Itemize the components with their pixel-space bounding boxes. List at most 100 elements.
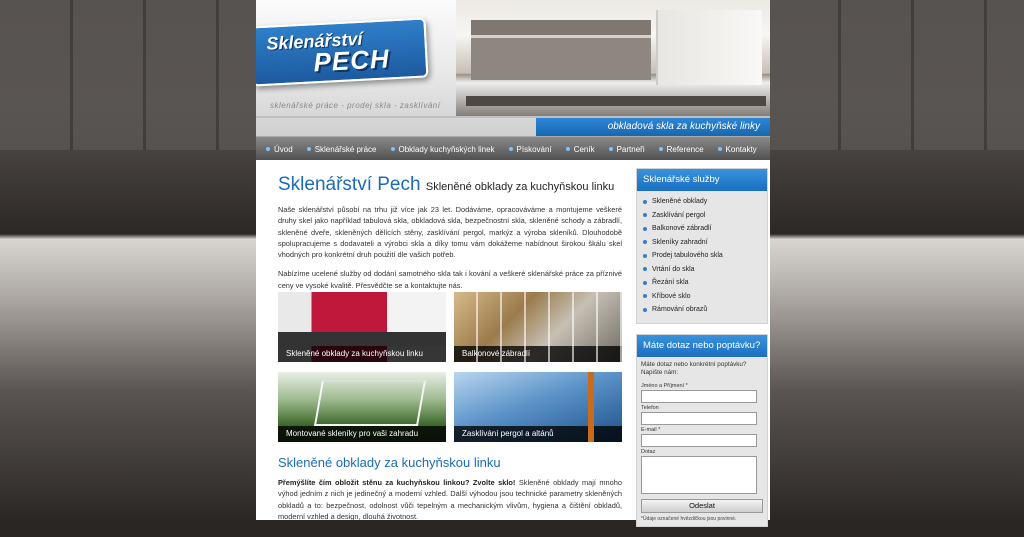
question-label: Dotaz — [641, 448, 656, 455]
bullet-icon — [643, 240, 647, 245]
name-label: Jméno a Příjmení * — [641, 382, 688, 389]
question-textarea[interactable] — [641, 455, 757, 494]
inquiry-box: Máte dotaz nebo poptávku? Máte dotaz neb… — [636, 333, 768, 527]
bullet-icon — [643, 307, 647, 312]
site-header: Sklenářství PECH sklenářské práce - prod… — [256, 0, 770, 136]
nav-item-label: Obklady kuchyňských linek — [398, 144, 495, 154]
service-link[interactable]: Skleníky zahradní — [637, 236, 767, 250]
thumb-balcony-railing[interactable]: Balkonové zábradlí — [454, 292, 622, 362]
header-countertop — [466, 96, 766, 106]
site-container: Sklenářství PECH sklenářské práce - prod… — [256, 0, 770, 527]
nav-item-label: Reference — [666, 144, 704, 154]
sidebar: Sklenářské služby Skleněné obklady Zaskl… — [636, 168, 768, 537]
phone-label: Telefon — [641, 404, 659, 411]
thumb-pergola-glazing[interactable]: Zasklívání pergol a altánů — [454, 372, 622, 442]
service-link[interactable]: Vrtání do skla — [637, 263, 767, 277]
service-link[interactable]: Balkonové zábradlí — [637, 222, 767, 236]
services-paragraph: Nabízíme ucelené služby od dodání samotn… — [278, 269, 622, 290]
service-link[interactable]: Skleněné obklady — [637, 195, 767, 209]
nav-item-label: Sklenářské práce — [314, 144, 377, 154]
nav-item-sklenarske-prace[interactable]: Sklenářské práce — [301, 145, 385, 154]
nav-item-kontakty[interactable]: Kontakty — [712, 145, 765, 154]
thumb-caption: Zasklívání pergol a altánů — [454, 426, 622, 442]
nav-item-reference[interactable]: Reference — [653, 145, 712, 154]
kitchen-background-left — [0, 0, 256, 520]
section-paragraph: Přemýšlíte čím obložit stěnu za kuchyňsk… — [278, 477, 622, 522]
bullet-icon — [643, 226, 647, 231]
service-link-label: Kříbové sklo — [652, 292, 691, 300]
nav-item-label: Pískování — [516, 144, 552, 154]
bullet-icon — [643, 267, 647, 272]
nav-item-cenik[interactable]: Ceník — [560, 145, 603, 154]
form-intro: Máte dotaz nebo konkrétní poptávku? Napi… — [641, 360, 747, 376]
nav-item-uvod[interactable]: Úvod — [260, 145, 301, 154]
nav-item-piskovani[interactable]: Pískování — [503, 145, 560, 154]
bullet-icon — [643, 199, 647, 204]
thumb-greenhouse[interactable]: Montované skleníky pro vaši zahradu — [278, 372, 446, 442]
bullet-icon — [643, 213, 647, 218]
service-link-label: Skleníky zahradní — [652, 238, 708, 246]
main-navigation: Úvod Sklenářské práce Obklady kuchyňskýc… — [256, 136, 770, 161]
section-lead: Přemýšlíte čím obložit stěnu za kuchyňsk… — [278, 478, 516, 487]
service-link-label: Řezání skla — [652, 279, 689, 286]
bullet-icon — [306, 147, 311, 151]
thumb-caption: Montované skleníky pro vaši zahradu — [278, 426, 446, 442]
bullet-icon — [717, 147, 722, 151]
kitchen-background-right — [768, 0, 1024, 520]
header-tagline: sklenářské práce - prodej skla - zasklív… — [270, 101, 441, 110]
bullet-icon — [658, 147, 663, 151]
header-cupboard — [656, 10, 762, 85]
inquiry-box-title: Máte dotaz nebo poptávku? — [637, 334, 767, 357]
bullet-icon — [565, 147, 570, 151]
thumb-kitchen-glass[interactable]: Skleněné obklady za kuchyňskou linku — [278, 292, 446, 362]
service-link[interactable]: Zasklívání pergol — [637, 209, 767, 223]
site-logo[interactable]: Sklenářství PECH — [256, 17, 429, 87]
bullet-icon — [608, 147, 613, 151]
bullet-icon — [266, 147, 270, 151]
email-field[interactable] — [641, 433, 757, 447]
email-label: E-mail * — [641, 426, 661, 433]
service-link-label: Vrtání do skla — [652, 265, 695, 273]
bullet-icon — [508, 147, 513, 151]
nav-item-partneri[interactable]: Partneři — [603, 145, 653, 154]
services-box-title: Sklenářské služby — [637, 169, 767, 191]
required-note: *Údaje označené hvězdičkou jsou povinné. — [641, 515, 737, 522]
service-link[interactable]: Prodej tabulového skla — [637, 249, 767, 263]
nav-item-label: Kontakty — [725, 144, 757, 154]
logo-line2: PECH — [312, 43, 391, 78]
inquiry-form: Máte dotaz nebo konkrétní poptávku? Napi… — [637, 357, 767, 526]
thumb-caption: Skleněné obklady za kuchyňskou linku — [278, 346, 446, 362]
service-link[interactable]: Rámování obrazů — [637, 303, 767, 317]
service-link-label: Prodej tabulového skla — [652, 252, 723, 259]
header-shelf — [471, 20, 651, 80]
bullet-icon — [643, 253, 647, 258]
service-link-label: Zasklívání pergol — [652, 211, 706, 219]
cabinet-right — [768, 0, 1024, 150]
bullet-icon — [643, 294, 647, 299]
submit-button[interactable]: Odeslat — [641, 498, 763, 513]
phone-field[interactable] — [641, 411, 757, 425]
thumb-caption: Balkonové zábradlí — [454, 346, 622, 362]
service-link-label: Balkonové zábradlí — [652, 225, 712, 232]
service-link[interactable]: Řezání skla — [637, 276, 767, 290]
bullet-icon — [643, 280, 647, 285]
nav-item-obklady[interactable]: Obklady kuchyňských linek — [385, 145, 503, 154]
main-column: Sklenářství Pech Skleněné obklady za kuc… — [270, 160, 622, 521]
page-title: Sklenářství Pech Skleněné obklady za kuc… — [278, 174, 622, 196]
service-thumbnails: Skleněné obklady za kuchyňskou linku Bal… — [278, 292, 622, 442]
intro-paragraph: Naše sklenářství působí na trhu již více… — [278, 205, 622, 260]
nav-item-label: Ceník — [573, 144, 595, 154]
cabinet-left — [0, 0, 256, 150]
service-link-label: Rámování obrazů — [652, 306, 708, 313]
nav-item-label: Partneři — [616, 144, 645, 154]
service-link[interactable]: Kříbové sklo — [637, 290, 767, 304]
name-field[interactable] — [641, 389, 757, 403]
page-title-text: Sklenářství Pech — [278, 174, 421, 195]
bullet-icon — [390, 147, 395, 151]
section-heading: Skleněné obklady za kuchyňskou linku — [278, 455, 501, 470]
nav-item-label: Úvod — [274, 144, 293, 154]
services-box: Sklenářské služby Skleněné obklady Zaskl… — [636, 168, 768, 324]
content-area: Sklenářství Pech Skleněné obklady za kuc… — [256, 160, 770, 527]
page-subtitle: Skleněné obklady za kuchyňskou linku — [425, 181, 615, 193]
service-link-label: Skleněné obklady — [652, 198, 708, 205]
